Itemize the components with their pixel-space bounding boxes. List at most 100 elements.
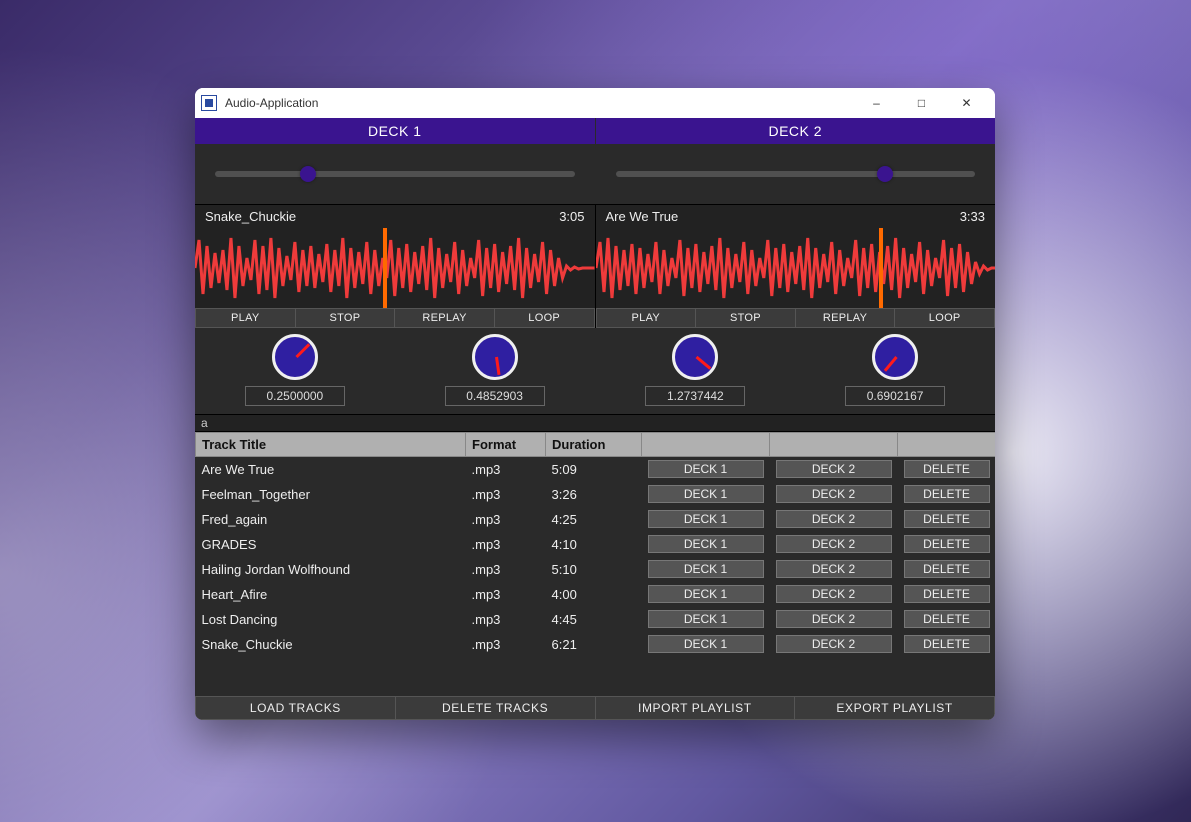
deck-2-transport: PLAY STOP REPLAY LOOP — [595, 308, 996, 328]
row-deck-2-button[interactable]: DECK 2 — [776, 535, 892, 553]
deck-2-knob-a-value: 1.2737442 — [645, 386, 745, 406]
deck-headers: DECK 1 DECK 2 — [195, 118, 995, 144]
deck-2-loop-button[interactable]: LOOP — [895, 308, 995, 328]
deck-1-slider[interactable] — [215, 171, 575, 177]
deck-2-play-button[interactable]: PLAY — [596, 308, 697, 328]
deck-1-replay-button[interactable]: REPLAY — [395, 308, 495, 328]
minimize-button[interactable]: – — [854, 88, 899, 118]
deck-1-loop-button[interactable]: LOOP — [495, 308, 595, 328]
deck-1-slider-thumb[interactable] — [300, 166, 316, 182]
table-row: Are We True.mp35:09 DECK 1 DECK 2 DELETE — [196, 457, 996, 482]
search-field[interactable]: a — [195, 414, 995, 432]
deck-1-transport: PLAY STOP REPLAY LOOP — [195, 308, 595, 328]
cell-format: .mp3 — [466, 557, 546, 582]
deck-1-stop-button[interactable]: STOP — [296, 308, 396, 328]
deck-2-playhead[interactable] — [879, 228, 883, 308]
row-deck-1-button[interactable]: DECK 1 — [648, 485, 764, 503]
knobs-row: 0.2500000 0.4852903 1.2737442 0.6902167 — [195, 328, 995, 414]
table-row: Heart_Afire.mp34:00DECK 1DECK 2DELETE — [196, 582, 996, 607]
row-delete-button[interactable]: DELETE — [904, 510, 990, 528]
transport-row: PLAY STOP REPLAY LOOP PLAY STOP REPLAY L… — [195, 308, 995, 328]
table-row: Hailing Jordan Wolfhound.mp35:10DECK 1DE… — [196, 557, 996, 582]
deck-2-replay-button[interactable]: REPLAY — [796, 308, 896, 328]
row-deck-2-button[interactable]: DECK 2 — [776, 485, 892, 503]
deck-1-track-time: 3:05 — [559, 209, 584, 224]
export-playlist-button[interactable]: EXPORT PLAYLIST — [795, 696, 995, 720]
deck-2-header: DECK 2 — [595, 118, 996, 144]
deck-2-waveform[interactable] — [595, 228, 996, 308]
deck-2-stop-button[interactable]: STOP — [696, 308, 796, 328]
col-title: Track Title — [196, 433, 466, 457]
deck-1-knob-b-block: 0.4852903 — [395, 334, 595, 406]
row-deck-1-button[interactable]: DECK 1 — [648, 560, 764, 578]
row-deck-2-button[interactable]: DECK 2 — [776, 610, 892, 628]
deck-2-slider[interactable] — [616, 171, 976, 177]
row-deck-1-button[interactable]: DECK 1 — [648, 635, 764, 653]
deck-1-waveform[interactable] — [195, 228, 595, 308]
delete-tracks-button[interactable]: DELETE TRACKS — [396, 696, 596, 720]
cell-duration: 5:09 — [546, 457, 642, 482]
row-deck-1-button[interactable]: DECK 1 — [648, 535, 764, 553]
deck-1-knob-a-block: 0.2500000 — [195, 334, 395, 406]
row-delete-button[interactable]: DELETE — [904, 585, 990, 603]
cell-duration: 4:25 — [546, 507, 642, 532]
deck-1-play-button[interactable]: PLAY — [195, 308, 296, 328]
deck-2-slider-thumb[interactable] — [877, 166, 893, 182]
load-tracks-button[interactable]: LOAD TRACKS — [195, 696, 396, 720]
row-delete-button[interactable]: DELETE — [904, 485, 990, 503]
row-deck-2-button[interactable]: DECK 2 — [776, 635, 892, 653]
maximize-button[interactable]: □ — [899, 88, 944, 118]
cell-title: Feelman_Together — [196, 482, 466, 507]
cell-duration: 6:21 — [546, 632, 642, 657]
deck-2-slider-wrap — [595, 144, 996, 204]
deck-2-knob-b[interactable] — [872, 334, 918, 380]
cell-duration: 4:10 — [546, 532, 642, 557]
cell-title: Snake_Chuckie — [196, 632, 466, 657]
app-body: DECK 1 DECK 2 Snake_Chuckie 3:05 Are We … — [195, 118, 995, 720]
row-delete-button[interactable]: DELETE — [904, 535, 990, 553]
deck-1-track-name: Snake_Chuckie — [205, 209, 296, 224]
deck-1-knob-b[interactable] — [472, 334, 518, 380]
deck-1-knob-a[interactable] — [272, 334, 318, 380]
deck-2-knob-a[interactable] — [672, 334, 718, 380]
cell-title: GRADES — [196, 532, 466, 557]
row-deck-1-button[interactable]: DECK 1 — [648, 510, 764, 528]
col-action-a — [642, 433, 770, 457]
row-deck-1-button[interactable]: DECK 1 — [648, 460, 764, 478]
import-playlist-button[interactable]: IMPORT PLAYLIST — [596, 696, 796, 720]
deck-1-knobs: 0.2500000 0.4852903 — [195, 334, 595, 406]
row-delete-button[interactable]: DELETE — [904, 460, 990, 478]
cell-title: Lost Dancing — [196, 607, 466, 632]
cell-format: .mp3 — [466, 607, 546, 632]
row-delete-button[interactable]: DELETE — [904, 610, 990, 628]
cell-duration: 4:00 — [546, 582, 642, 607]
close-button[interactable]: ✕ — [944, 88, 989, 118]
row-deck-1-button[interactable]: DECK 1 — [648, 585, 764, 603]
row-deck-2-button[interactable]: DECK 2 — [776, 510, 892, 528]
cell-duration: 5:10 — [546, 557, 642, 582]
cell-title: Are We True — [196, 457, 466, 482]
row-deck-2-button[interactable]: DECK 2 — [776, 460, 892, 478]
deck-1-playhead[interactable] — [383, 228, 387, 308]
knob-pointer-icon — [495, 357, 500, 375]
table-row: Lost Dancing.mp34:45DECK 1DECK 2DELETE — [196, 607, 996, 632]
row-delete-button[interactable]: DELETE — [904, 560, 990, 578]
row-delete-button[interactable]: DELETE — [904, 635, 990, 653]
col-action-c — [898, 433, 996, 457]
knob-pointer-icon — [295, 343, 310, 358]
cell-format: .mp3 — [466, 632, 546, 657]
row-deck-1-button[interactable]: DECK 1 — [648, 610, 764, 628]
deck-2-knob-b-block: 0.6902167 — [795, 334, 995, 406]
cell-title: Heart_Afire — [196, 582, 466, 607]
col-action-b — [770, 433, 898, 457]
deck-2-knob-a-block: 1.2737442 — [596, 334, 796, 406]
cell-format: .mp3 — [466, 482, 546, 507]
row-deck-2-button[interactable]: DECK 2 — [776, 585, 892, 603]
waveform-icon — [195, 228, 595, 308]
cell-format: .mp3 — [466, 457, 546, 482]
track-info-row: Snake_Chuckie 3:05 Are We True 3:33 — [195, 204, 995, 228]
app-icon — [201, 95, 217, 111]
row-deck-2-button[interactable]: DECK 2 — [776, 560, 892, 578]
deck-1-knob-a-value: 0.2500000 — [245, 386, 345, 406]
deck-sliders — [195, 144, 995, 204]
